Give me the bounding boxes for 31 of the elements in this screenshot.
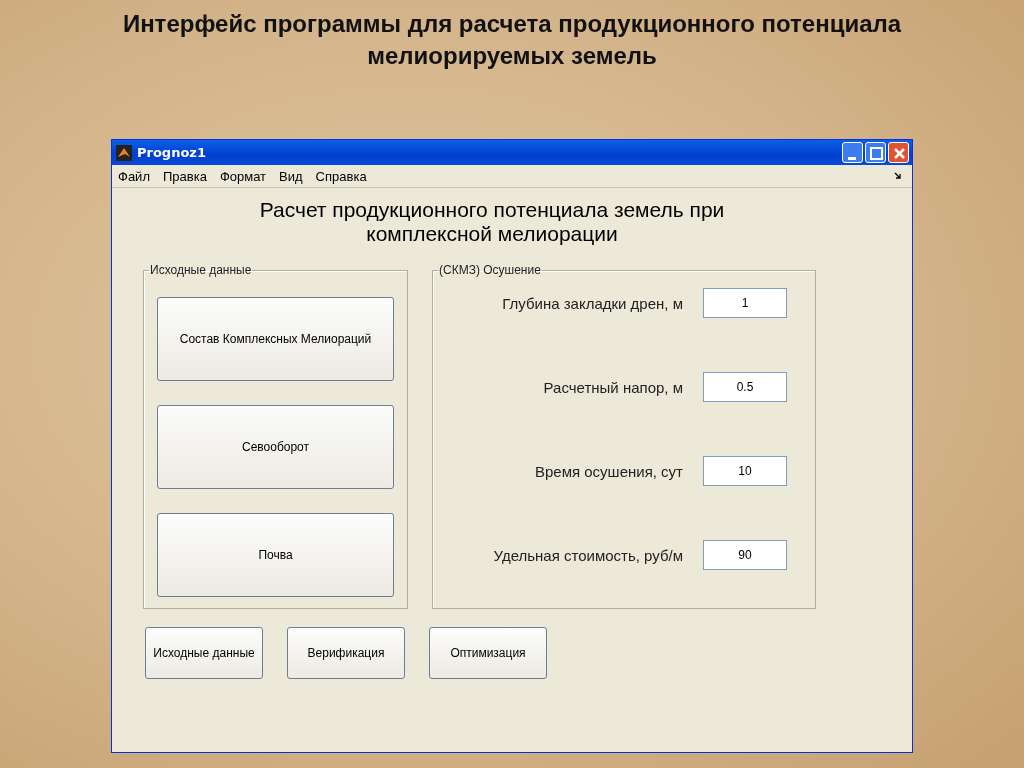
heading-text: Расчет продукционного потенциала земель при <box>258 198 726 222</box>
panel-title: (СКМЗ) Осушение <box>438 263 542 277</box>
input-field[interactable]: 10 <box>703 456 787 486</box>
input-field[interactable]: 0.5 <box>703 372 787 402</box>
menu-item[interactable]: Справка <box>315 168 367 184</box>
window-title: Prognoz1 <box>137 145 206 160</box>
menu-item[interactable]: Правка <box>162 168 207 184</box>
input-field[interactable]: 1 <box>703 288 787 318</box>
action-button[interactable]: Оптимизация <box>429 627 547 679</box>
app-icon <box>116 144 132 161</box>
data-button[interactable]: Севооборот <box>157 405 394 489</box>
field-label: Глубина закладки дрен, м <box>501 294 683 312</box>
field-label: Время осушения, сут <box>534 462 683 480</box>
close-button[interactable] <box>888 142 909 163</box>
heading-text: комплексной мелиорации <box>365 222 619 246</box>
input-field[interactable]: 90 <box>703 540 787 570</box>
field-label: Удельная стоимость, руб/м <box>492 546 683 564</box>
field-label: Расчетный напор, м <box>542 378 683 396</box>
menu-item[interactable]: Формат <box>219 168 267 184</box>
data-button[interactable]: Состав Комплексных Мелиораций <box>157 297 394 381</box>
menu-item[interactable]: Вид <box>279 168 303 184</box>
slide-title: Интерфейс программы для расчета продукционного потенциала мелиорируемых земель <box>121 9 903 71</box>
action-button[interactable]: Исходные данные <box>145 627 263 679</box>
maximize-button[interactable] <box>865 142 886 163</box>
dock-arrow-icon <box>894 172 902 180</box>
action-button[interactable]: Верификация <box>287 627 405 679</box>
menu-item[interactable]: Файл <box>118 168 150 184</box>
minimize-button[interactable] <box>842 142 863 163</box>
panel-title: Исходные данные <box>149 263 253 277</box>
minimize-icon <box>848 157 856 160</box>
data-button[interactable]: Почва <box>157 513 394 597</box>
